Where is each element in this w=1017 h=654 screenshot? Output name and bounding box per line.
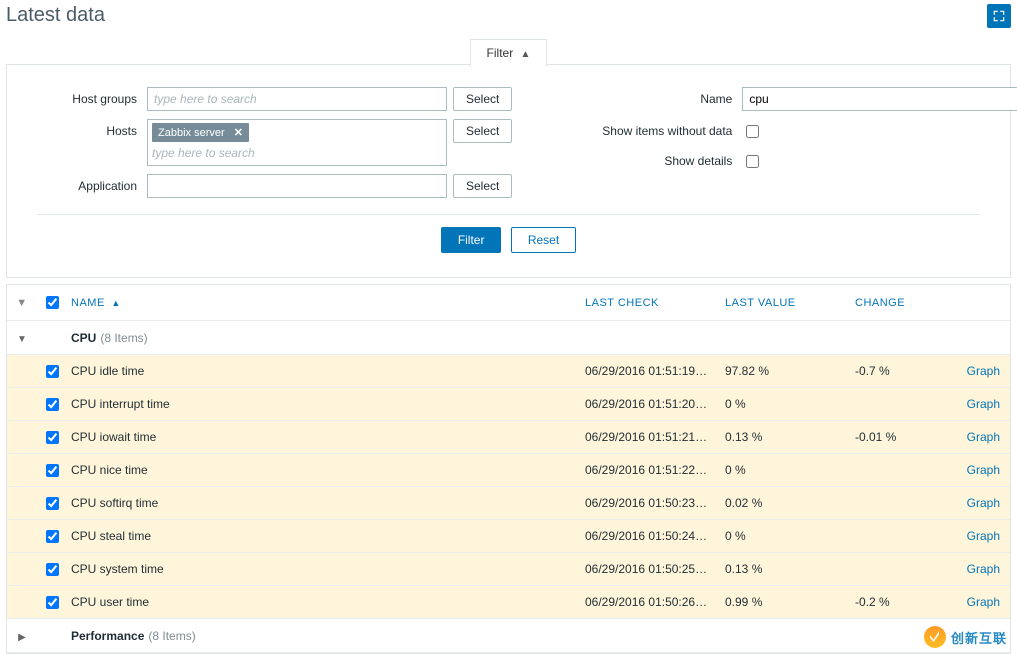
table-row: CPU idle time06/29/2016 01:51:19…97.82 %… bbox=[7, 355, 1010, 388]
table-row: CPU iowait time06/29/2016 01:51:21…0.13 … bbox=[7, 421, 1010, 454]
graph-link[interactable]: Graph bbox=[967, 397, 1000, 411]
graph-link[interactable]: Graph bbox=[967, 529, 1000, 543]
group-name: CPU bbox=[71, 331, 96, 345]
triangle-up-icon: ▲ bbox=[521, 49, 531, 60]
row-checkbox[interactable] bbox=[46, 398, 59, 411]
row-checkbox[interactable] bbox=[46, 563, 59, 576]
item-name: CPU idle time bbox=[67, 364, 585, 378]
item-last-value: 0.13 % bbox=[725, 562, 855, 576]
expand-all-toggle[interactable]: ▼ bbox=[7, 297, 37, 309]
group-count: (8 Items) bbox=[100, 331, 147, 345]
table-header: ▼ NAME ▲ LAST CHECK LAST VALUE CHANGE bbox=[7, 285, 1010, 321]
item-last-check: 06/29/2016 01:50:23… bbox=[585, 496, 725, 510]
application-input[interactable] bbox=[147, 174, 447, 198]
filter-tab-label: Filter bbox=[487, 46, 514, 60]
row-checkbox[interactable] bbox=[46, 431, 59, 444]
item-last-value: 0.99 % bbox=[725, 595, 855, 609]
table-row: CPU steal time06/29/2016 01:50:24…0 % Gra… bbox=[7, 520, 1010, 553]
item-last-value: 0 % bbox=[725, 397, 855, 411]
item-change: -0.7 % bbox=[855, 364, 955, 378]
graph-link[interactable]: Graph bbox=[967, 562, 1000, 576]
table-row: CPU nice time06/29/2016 01:51:22…0 % Grap… bbox=[7, 454, 1010, 487]
item-last-check: 06/29/2016 01:51:19… bbox=[585, 364, 725, 378]
graph-link[interactable]: Graph bbox=[967, 595, 1000, 609]
select-all-checkbox[interactable] bbox=[46, 296, 59, 309]
item-name: CPU interrupt time bbox=[67, 397, 585, 411]
table-row: CPU system time06/29/2016 01:50:25…0.13 … bbox=[7, 553, 1010, 586]
show-details-label: Show details bbox=[592, 149, 742, 168]
item-last-check: 06/29/2016 01:50:25… bbox=[585, 562, 725, 576]
divider bbox=[37, 214, 980, 215]
column-last-value[interactable]: LAST VALUE bbox=[725, 297, 855, 309]
collapse-icon[interactable]: ▼ bbox=[17, 334, 27, 345]
item-last-check: 06/29/2016 01:51:22… bbox=[585, 463, 725, 477]
item-name: CPU softirq time bbox=[67, 496, 585, 510]
item-name: CPU nice time bbox=[67, 463, 585, 477]
item-last-value: 97.82 % bbox=[725, 364, 855, 378]
item-last-check: 06/29/2016 01:50:26… bbox=[585, 595, 725, 609]
graph-link[interactable]: Graph bbox=[967, 496, 1000, 510]
data-table: ▼ NAME ▲ LAST CHECK LAST VALUE CHANGE ▼ C… bbox=[6, 284, 1011, 654]
group-name: Performance bbox=[71, 629, 144, 643]
hosts-label: Hosts bbox=[37, 119, 147, 138]
reset-button[interactable]: Reset bbox=[511, 227, 576, 253]
item-last-value: 0.13 % bbox=[725, 430, 855, 444]
host-groups-input[interactable] bbox=[147, 87, 447, 111]
item-change: -0.2 % bbox=[855, 595, 955, 609]
triangle-down-icon: ▼ bbox=[16, 297, 27, 309]
filter-button[interactable]: Filter bbox=[441, 227, 502, 253]
row-checkbox[interactable] bbox=[46, 530, 59, 543]
row-checkbox[interactable] bbox=[46, 365, 59, 378]
item-last-check: 06/29/2016 01:51:21… bbox=[585, 430, 725, 444]
graph-link[interactable]: Graph bbox=[967, 463, 1000, 477]
show-details-checkbox[interactable] bbox=[746, 155, 759, 168]
expand-icon[interactable]: ▶ bbox=[18, 632, 26, 643]
item-name: CPU steal time bbox=[67, 529, 585, 543]
graph-link[interactable]: Graph bbox=[967, 364, 1000, 378]
page-title: Latest data bbox=[6, 4, 105, 27]
show-without-data-label: Show items without data bbox=[592, 119, 742, 138]
group-row: ▶ Performance (8 Items) bbox=[7, 619, 1010, 653]
filter-toggle-tab[interactable]: Filter ▲ bbox=[470, 39, 548, 67]
item-name: CPU iowait time bbox=[67, 430, 585, 444]
item-last-check: 06/29/2016 01:50:24… bbox=[585, 529, 725, 543]
application-select-button[interactable]: Select bbox=[453, 174, 512, 198]
name-input[interactable] bbox=[742, 87, 1017, 111]
host-groups-label: Host groups bbox=[37, 87, 147, 106]
item-change: -0.01 % bbox=[855, 430, 955, 444]
row-checkbox[interactable] bbox=[46, 497, 59, 510]
column-last-check[interactable]: LAST CHECK bbox=[585, 297, 725, 309]
hosts-select-button[interactable]: Select bbox=[453, 119, 512, 143]
row-checkbox[interactable] bbox=[46, 464, 59, 477]
item-name: CPU user time bbox=[67, 595, 585, 609]
filter-panel: Filter ▲ Host groups Select Hosts Zabbix… bbox=[6, 64, 1011, 278]
application-label: Application bbox=[37, 174, 147, 193]
row-checkbox[interactable] bbox=[46, 596, 59, 609]
remove-tag-icon[interactable]: ✕ bbox=[234, 127, 243, 139]
show-without-data-checkbox[interactable] bbox=[746, 125, 759, 138]
item-last-value: 0 % bbox=[725, 463, 855, 477]
hosts-input[interactable]: Zabbix server ✕ bbox=[147, 119, 447, 166]
column-name-label: NAME bbox=[71, 297, 105, 309]
item-name: CPU system time bbox=[67, 562, 585, 576]
fullscreen-button[interactable] bbox=[987, 4, 1011, 28]
table-row: CPU user time06/29/2016 01:50:26…0.99 %-… bbox=[7, 586, 1010, 619]
table-row: CPU interrupt time06/29/2016 01:51:20…0 … bbox=[7, 388, 1010, 421]
group-count: (8 Items) bbox=[148, 629, 195, 643]
host-groups-select-button[interactable]: Select bbox=[453, 87, 512, 111]
graph-link[interactable]: Graph bbox=[967, 430, 1000, 444]
host-tag[interactable]: Zabbix server ✕ bbox=[152, 123, 249, 142]
table-row: CPU softirq time06/29/2016 01:50:23…0.02… bbox=[7, 487, 1010, 520]
item-last-value: 0.02 % bbox=[725, 496, 855, 510]
item-last-check: 06/29/2016 01:51:20… bbox=[585, 397, 725, 411]
hosts-inner-input[interactable] bbox=[152, 144, 442, 162]
sort-asc-icon: ▲ bbox=[111, 298, 120, 308]
column-change[interactable]: CHANGE bbox=[855, 297, 955, 309]
item-last-value: 0 % bbox=[725, 529, 855, 543]
column-name[interactable]: NAME ▲ bbox=[67, 297, 585, 309]
fullscreen-icon bbox=[992, 9, 1006, 23]
name-label: Name bbox=[592, 87, 742, 106]
group-row: ▼ CPU (8 Items) bbox=[7, 321, 1010, 355]
host-tag-label: Zabbix server bbox=[158, 127, 225, 139]
